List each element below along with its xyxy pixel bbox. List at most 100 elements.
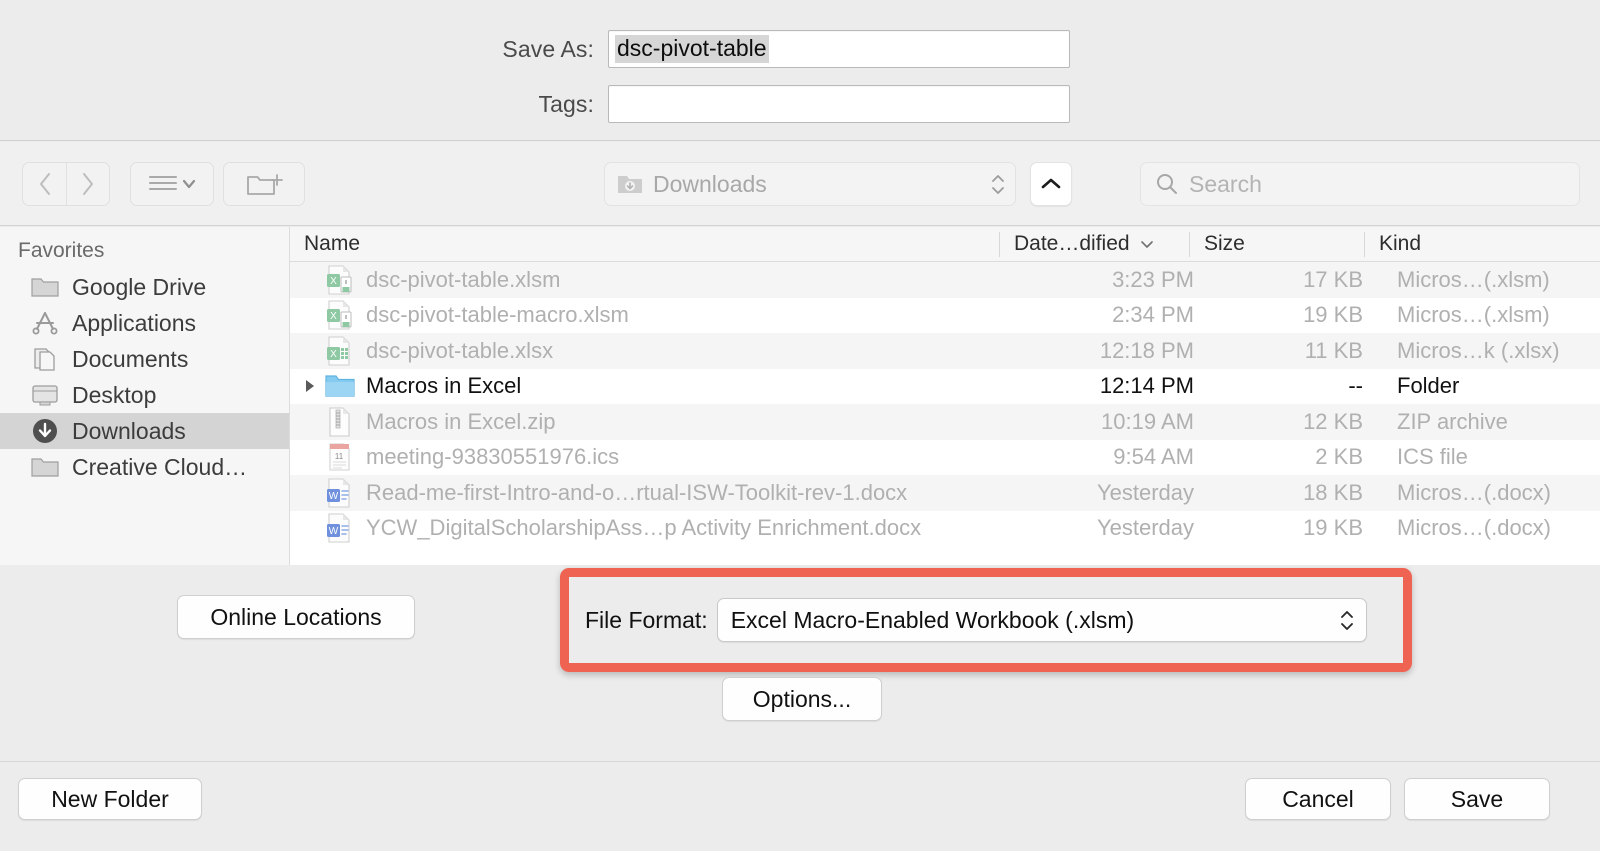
table-row[interactable]: W YCW_DigitalScholarshipAss…p Activity En…	[290, 510, 1600, 546]
folder-icon	[30, 454, 60, 480]
save-as-input[interactable]: dsc-pivot-table	[608, 30, 1070, 68]
file-format-label: File Format:	[585, 606, 708, 633]
calendar-file-icon: 11	[329, 443, 350, 471]
file-size: 17 KB	[1303, 266, 1363, 292]
file-size: 2 KB	[1315, 444, 1363, 470]
sidebar: Favorites Google Drive Applications Docu…	[0, 227, 290, 565]
forward-button[interactable]	[66, 162, 110, 206]
file-name: Macros in Excel	[366, 373, 522, 399]
back-button[interactable]	[22, 162, 66, 206]
file-kind: ZIP archive	[1397, 408, 1508, 434]
column-label: Kind	[1379, 232, 1422, 255]
chevron-up-icon	[1041, 178, 1061, 189]
svg-text:X: X	[330, 276, 337, 287]
search-placeholder-text: Search	[1189, 170, 1262, 197]
column-label: Date…dified	[1014, 232, 1130, 255]
table-row[interactable]: 11 meeting-93830551976.ics 9:54 AM 2 KB ICS …	[290, 439, 1600, 475]
table-row[interactable]: Xdsc-pivot-table-macro.xlsm 2:34 PM 19 KB M…	[290, 297, 1600, 333]
file-date: 12:14 PM	[1099, 373, 1194, 399]
file-date: 9:54 AM	[1113, 444, 1194, 470]
new-folder-toolbar-button[interactable]	[223, 162, 305, 206]
column-label: Size	[1204, 232, 1245, 255]
cancel-button[interactable]: Cancel	[1245, 778, 1391, 820]
column-header-kind[interactable]: Kind	[1365, 227, 1600, 262]
collapse-button[interactable]	[1030, 162, 1072, 206]
file-kind: Micros…(.xlsm)	[1397, 266, 1550, 292]
table-row[interactable]: Xdsc-pivot-table.xlsm 3:23 PM 17 KB Micros……	[290, 262, 1600, 298]
excel-macro-file-icon: X	[320, 299, 360, 331]
file-kind: Micros…k (.xlsx)	[1397, 337, 1560, 363]
navigation-toolbar: Downloads Search	[0, 142, 1600, 226]
file-name: YCW_DigitalScholarshipAss…p Activity Enr…	[366, 515, 922, 541]
new-folder-button[interactable]: New Folder	[18, 778, 202, 820]
file-name: dsc-pivot-table-macro.xlsm	[366, 302, 629, 328]
sidebar-item-desktop[interactable]: Desktop	[0, 377, 289, 413]
table-row[interactable]: Macros in Excel 12:14 PM -- Folder	[290, 368, 1600, 404]
file-name: Macros in Excel.zip	[366, 408, 556, 434]
online-locations-button[interactable]: Online Locations	[177, 595, 415, 639]
file-list-header: Name Date…dified Size Kind	[290, 227, 1600, 262]
file-size: 18 KB	[1303, 479, 1363, 505]
file-format-select[interactable]: Excel Macro-Enabled Workbook (.xlsm)	[716, 598, 1367, 642]
file-format-stepper-icon	[1338, 610, 1356, 631]
word-file-icon: W	[327, 478, 350, 508]
file-date: 10:19 AM	[1101, 408, 1194, 434]
dialog-footer: New Folder Cancel Save	[0, 761, 1600, 851]
file-rows: Xdsc-pivot-table.xlsm 3:23 PM 17 KB Micros……	[290, 262, 1600, 546]
sidebar-item-google-drive[interactable]: Google Drive	[0, 269, 289, 305]
file-name: dsc-pivot-table.xlsm	[366, 266, 561, 292]
table-row[interactable]: Macros in Excel.zip 10:19 AM 12 KB ZIP arch…	[290, 404, 1600, 440]
new-folder-icon	[247, 174, 283, 195]
file-date: 12:18 PM	[1099, 337, 1194, 363]
table-row[interactable]: W Read-me-first-Intro-and-o…rtual-ISW-Too…	[290, 475, 1600, 511]
excel-file-icon: X	[327, 336, 350, 366]
sidebar-item-creative-cloud[interactable]: Creative Cloud…	[0, 449, 289, 485]
options-button-label: Options...	[752, 685, 852, 712]
svg-text:X: X	[330, 311, 337, 322]
file-name: Read-me-first-Intro-and-o…rtual-ISW-Tool…	[366, 479, 908, 505]
disclosure-triangle-icon[interactable]	[290, 377, 320, 395]
word-file-icon: W	[320, 512, 360, 544]
options-button[interactable]: Options...	[722, 677, 882, 721]
downloads-icon	[30, 418, 60, 444]
file-kind: Micros…(.docx)	[1397, 515, 1552, 541]
column-label: Name	[304, 232, 361, 255]
sidebar-item-label: Google Drive	[72, 273, 207, 300]
view-mode-button[interactable]	[130, 162, 214, 206]
svg-text:W: W	[329, 491, 339, 502]
sidebar-item-downloads[interactable]: Downloads	[0, 413, 289, 449]
file-browser: Favorites Google Drive Applications Docu…	[0, 227, 1600, 565]
file-kind: Folder	[1397, 373, 1460, 399]
tags-row: Tags:	[0, 85, 1080, 123]
file-format-value: Excel Macro-Enabled Workbook (.xlsm)	[730, 606, 1135, 633]
column-header-name[interactable]: Name	[290, 227, 1000, 262]
save-as-label: Save As:	[502, 35, 594, 62]
sidebar-item-label: Applications	[72, 309, 197, 336]
column-header-size[interactable]: Size	[1190, 227, 1365, 262]
sidebar-item-documents[interactable]: Documents	[0, 341, 289, 377]
location-popup-button[interactable]: Downloads	[604, 162, 1016, 206]
sidebar-item-label: Creative Cloud…	[72, 453, 248, 480]
file-date: Yesterday	[1096, 515, 1194, 541]
word-file-icon: W	[327, 513, 350, 543]
file-format-row: File Format: Excel Macro-Enabled Workboo…	[585, 598, 1367, 642]
search-input[interactable]: Search	[1140, 162, 1580, 206]
save-button[interactable]: Save	[1404, 778, 1550, 820]
table-row[interactable]: Xdsc-pivot-table.xlsx 12:18 PM 11 KB Micros…	[290, 333, 1600, 369]
sidebar-item-applications[interactable]: Applications	[0, 305, 289, 341]
file-list: Name Date…dified Size Kind X dsc-pivot-t…	[290, 227, 1600, 565]
file-date: 3:23 PM	[1112, 266, 1194, 292]
location-stepper-icon	[989, 174, 1007, 195]
folder-icon	[30, 274, 60, 300]
documents-icon	[30, 346, 60, 372]
file-size: 12 KB	[1303, 408, 1363, 434]
excel-file-icon: X	[320, 335, 360, 367]
cancel-label: Cancel	[1282, 785, 1354, 812]
file-size: --	[1348, 373, 1363, 399]
save-dialog: Save As: dsc-pivot-table Tags: Downloads…	[0, 0, 1600, 851]
search-icon	[1157, 174, 1177, 194]
save-fields-area: Save As: dsc-pivot-table Tags:	[0, 0, 1600, 141]
applications-icon	[30, 310, 60, 336]
tags-input[interactable]	[608, 85, 1070, 123]
column-header-date-modified[interactable]: Date…dified	[1000, 227, 1190, 262]
